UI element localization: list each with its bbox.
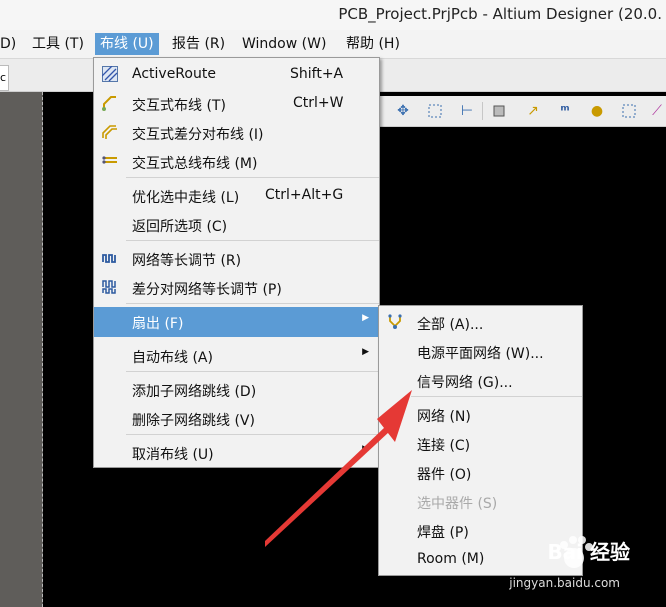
watermark-url: jingyan.baidu.com	[509, 576, 620, 590]
annotation-arrow	[265, 390, 412, 547]
watermark-brand: Bai 经验	[547, 540, 630, 564]
baidu-watermark: Bai 经验 jingyan.baidu.com	[488, 528, 658, 600]
